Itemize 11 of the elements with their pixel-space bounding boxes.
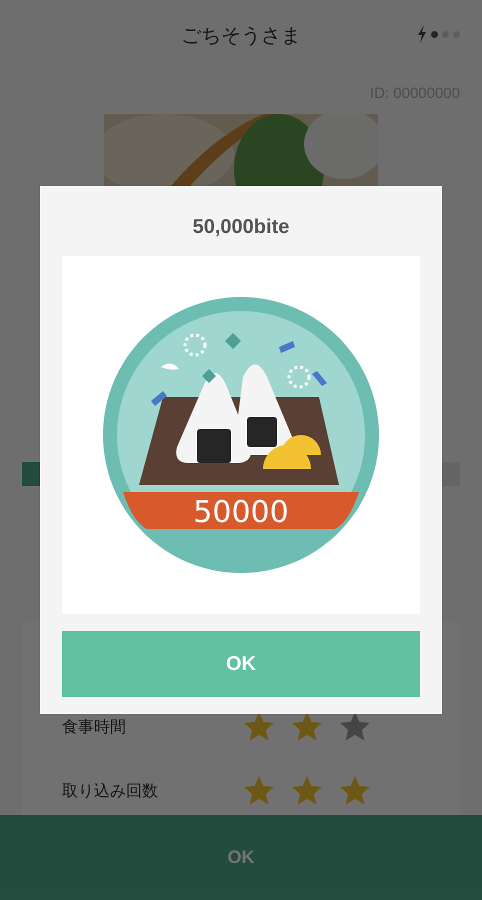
lightning-icon: [417, 25, 427, 43]
filled-star-icon: [242, 774, 276, 808]
rating-label: 取り込み回数: [62, 780, 159, 802]
dialog-ok-button[interactable]: OK: [62, 631, 420, 697]
dialog-title: 50,000bite: [192, 215, 290, 240]
ok-button[interactable]: OK: [0, 815, 482, 900]
filled-star-icon: [290, 774, 324, 808]
filled-star-icon: [338, 774, 372, 808]
rating-label: 食事時間: [62, 716, 127, 738]
page-title: ごちそうさま: [181, 22, 301, 49]
badge-number: 50000: [193, 495, 289, 530]
